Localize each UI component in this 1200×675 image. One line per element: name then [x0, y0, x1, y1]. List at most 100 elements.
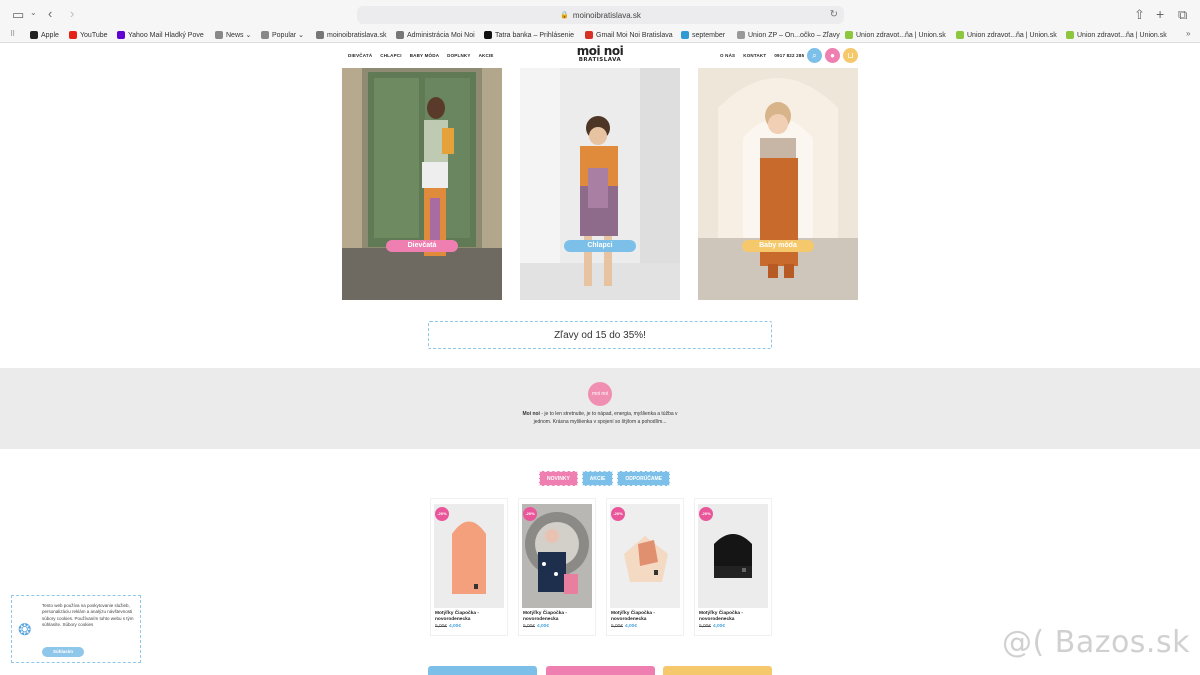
bookmark-label: september — [692, 31, 726, 39]
bottom-banner-yellow[interactable] — [663, 666, 772, 675]
bookmark-favicon-icon — [215, 31, 223, 39]
hero-button-boys[interactable]: Chlapci — [564, 240, 636, 252]
sidebar-icon[interactable]: ▭ — [12, 8, 24, 21]
site-logo[interactable]: moi noi BRATISLAVA — [575, 45, 625, 64]
about-section: moi noi Moi noi - je to len stretnutie, … — [0, 368, 1200, 449]
address-bar[interactable]: 🔒 moinoibratislava.sk ↻ — [357, 6, 844, 24]
bookmark-label: Administrácia Moi Noi — [407, 31, 475, 39]
url-text: moinoibratislava.sk — [572, 10, 641, 20]
bookmark-label: Tatra banka – Prihlásenie — [495, 31, 574, 39]
nav-right-item-2[interactable]: 0917 822 285 — [774, 53, 804, 58]
hero-image-baby — [698, 68, 858, 300]
grid-icon[interactable]: ⠿ — [10, 31, 15, 38]
bookmark-item[interactable]: News ⌄ — [215, 31, 251, 39]
bookmark-item[interactable]: Yahoo Mail Hladký Pove — [117, 31, 204, 39]
bookmark-favicon-icon — [69, 31, 77, 39]
hero-card-baby[interactable]: Baby móda — [698, 68, 858, 300]
hero-card-boys[interactable]: Chlapci — [520, 68, 680, 300]
bookmark-item[interactable]: Popular ⌄ — [261, 31, 304, 39]
hero-button-baby[interactable]: Baby móda — [742, 240, 814, 252]
bookmark-label: Union ZP – On...očko – Zľavy — [748, 31, 840, 39]
brand-badge-icon: moi noi — [588, 382, 612, 406]
cookie-icon: ❂ — [18, 622, 32, 639]
old-price: 5,00€ — [699, 624, 712, 629]
cart-icon[interactable]: ⊔ — [843, 48, 858, 63]
hero-button-girls[interactable]: Dievčatá — [386, 240, 458, 252]
old-price: 5,00€ — [611, 624, 624, 629]
bookmark-favicon-icon — [737, 31, 745, 39]
tabs-overview-icon[interactable]: ⧉ — [1178, 8, 1187, 21]
product-card[interactable]: -20% Motýľky Čiapočka - novorodenecka 5,00… — [694, 498, 772, 636]
hero-image-boys — [520, 68, 680, 300]
product-name[interactable]: Motýľky Čiapočka - novorodenecka — [435, 611, 507, 623]
bookmark-label: News ⌄ — [226, 32, 252, 39]
nav-item-0[interactable]: DIEVČATÁ — [348, 53, 372, 58]
bookmark-item[interactable]: moinoibratislava.sk — [316, 31, 387, 39]
user-icon[interactable]: ● — [825, 48, 840, 63]
secondary-nav: O NÁS KONTAKT 0917 822 285 — [720, 53, 812, 58]
reload-icon[interactable]: ↻ — [830, 9, 838, 20]
bookmark-item[interactable]: Tatra banka – Prihlásenie — [484, 31, 574, 39]
discount-badge: -20% — [611, 507, 625, 521]
bookmark-favicon-icon — [117, 31, 125, 39]
discount-badge: -20% — [523, 507, 537, 521]
new-price: 4,00€ — [537, 624, 550, 629]
new-tab-icon[interactable]: + — [1156, 7, 1164, 21]
nav-item-3[interactable]: DOPLNKY — [447, 53, 470, 58]
product-price: 5,00€ 4,00€ — [435, 624, 461, 629]
bookmark-item[interactable]: YouTube — [69, 31, 108, 39]
bookmark-label: Union zdravot...ňa | Union.sk — [967, 31, 1057, 39]
bookmark-item[interactable]: september — [681, 31, 725, 39]
cookie-accept-button[interactable]: Súhlasím — [42, 647, 84, 657]
nav-right-item-0[interactable]: O NÁS — [720, 53, 735, 58]
product-name[interactable]: Motýľky Čiapočka - novorodenecka — [523, 611, 595, 623]
nav-item-4[interactable]: AKCIE — [479, 53, 494, 58]
watermark: @( Bazos.sk — [1002, 625, 1190, 660]
product-name[interactable]: Motýľky Čiapočka - novorodenecka — [699, 611, 771, 623]
bookmark-favicon-icon — [845, 31, 853, 39]
search-icon[interactable]: ⌕ — [807, 48, 822, 63]
about-brand: Moi noi — [522, 411, 540, 417]
browser-toolbar: ▭ ⌄ ‹ › 🔒 moinoibratislava.sk ↻ ⇧ + ⧉ — [0, 0, 1200, 28]
old-price: 5,00€ — [523, 624, 536, 629]
site-header: DIEVČATÁ CHLAPCI BABY MÓDA DOPLNKY AKCIE moi… — [340, 44, 860, 68]
new-price: 4,00€ — [449, 624, 462, 629]
product-card[interactable]: -20% Motýľky Čiapočka - novorodenecka 5,00… — [430, 498, 508, 636]
bookmark-item[interactable]: Union zdravot...ňa | Union.sk — [845, 31, 946, 39]
about-description: - je to len stretnutie, je to nápad, ene… — [533, 411, 678, 425]
tab-odporúčame[interactable]: ODPORÚČAME — [617, 471, 671, 486]
tab-akcie[interactable]: AKCIE — [581, 471, 614, 486]
bookmark-favicon-icon — [316, 31, 324, 39]
bookmark-item[interactable]: Union zdravot...ňa | Union.sk — [1066, 31, 1167, 39]
share-icon[interactable]: ⇧ — [1134, 8, 1145, 21]
chevron-down-icon[interactable]: ⌄ — [30, 9, 37, 17]
product-card[interactable]: -20% Motýľky Čiapočka - novorodenecka 5,00… — [606, 498, 684, 636]
bookmark-label: moinoibratislava.sk — [327, 31, 387, 39]
discount-banner[interactable]: Zľavy od 15 do 35%! — [428, 321, 772, 349]
bookmark-item[interactable]: Union zdravot...ňa | Union.sk — [956, 31, 1057, 39]
bookmark-item[interactable]: Gmail Moi Noi Bratislava — [585, 31, 673, 39]
bookmark-item[interactable]: Administrácia Moi Noi — [396, 31, 475, 39]
bookmark-label: YouTube — [80, 31, 108, 39]
bookmark-favicon-icon — [681, 31, 689, 39]
bottom-banner-blue[interactable] — [428, 666, 537, 675]
old-price: 5,00€ — [435, 624, 448, 629]
product-card[interactable]: -20% Motýľky Čiapočka - novorodenecka 5,00… — [518, 498, 596, 636]
nav-item-1[interactable]: CHLAPCI — [380, 53, 401, 58]
bookmark-item[interactable]: Union ZP – On...očko – Zľavy — [737, 31, 840, 39]
nav-right-item-1[interactable]: KONTAKT — [743, 53, 766, 58]
bookmark-favicon-icon — [261, 31, 269, 39]
hero-card-girls[interactable]: Dievčatá — [342, 68, 502, 300]
new-price: 4,00€ — [625, 624, 638, 629]
bottom-banner-pink[interactable] — [546, 666, 655, 675]
bookmark-label: Union zdravot...ňa | Union.sk — [856, 31, 946, 39]
discount-badge: -20% — [699, 507, 713, 521]
forward-icon[interactable]: › — [70, 7, 74, 20]
back-icon[interactable]: ‹ — [48, 7, 52, 20]
product-name[interactable]: Motýľky Čiapočka - novorodenecka — [611, 611, 683, 623]
tab-novinky[interactable]: NOVINKY — [539, 471, 578, 486]
product-price: 5,00€ 4,00€ — [699, 624, 725, 629]
nav-item-2[interactable]: BABY MÓDA — [410, 53, 439, 58]
more-bookmarks-icon[interactable]: » — [1186, 30, 1190, 38]
bookmark-item[interactable]: Apple — [30, 31, 59, 39]
